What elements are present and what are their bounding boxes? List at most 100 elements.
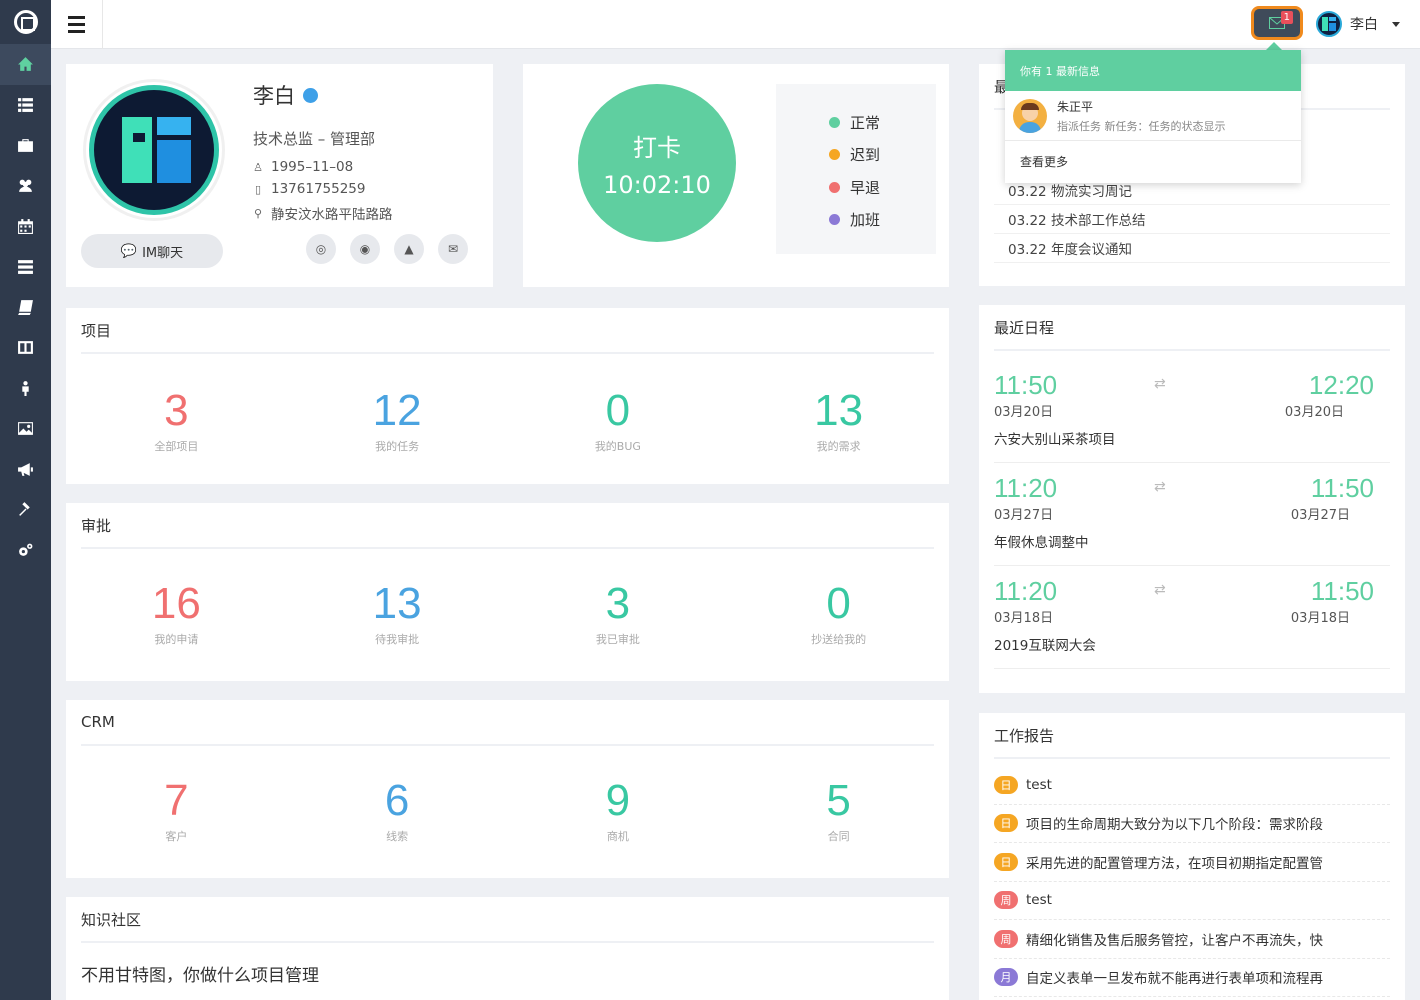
messages-button[interactable]: 1: [1251, 6, 1303, 40]
settings-icon: [19, 543, 33, 556]
legend-item: 加班: [829, 204, 936, 237]
swap-icon: ⇄: [1154, 376, 1166, 392]
email-button[interactable]: ✉: [438, 234, 468, 264]
megaphone-icon: [18, 462, 33, 476]
stat-leads[interactable]: 6 线索: [287, 776, 508, 844]
stat-my-bugs[interactable]: 0 我的BUG: [508, 386, 729, 454]
wechat-button[interactable]: ◎: [306, 234, 336, 264]
attendance-legend: 正常 迟到 早退 加班: [776, 84, 936, 254]
legend-item: 迟到: [829, 139, 936, 172]
sidebar-item-docs[interactable]: [0, 287, 51, 328]
verified-icon: [303, 87, 318, 103]
list-item[interactable]: 03.22 技术部工作总结: [994, 205, 1390, 234]
report-tag: 月: [994, 968, 1018, 987]
swap-icon: ⇄: [1154, 582, 1166, 598]
image-icon: [18, 422, 33, 436]
notification-item[interactable]: 朱正平 指派任务 新任务：任务的状态显示: [1005, 91, 1301, 141]
schedule-item[interactable]: 11:20 03月18日 ⇄ 11:50 03月18日 2019互联网大会: [994, 566, 1390, 669]
person-icon: [22, 380, 29, 396]
stat-approved[interactable]: 3 我已审批: [508, 579, 729, 647]
stat-all-projects[interactable]: 3 全部项目: [66, 386, 287, 454]
server-icon: [18, 260, 33, 275]
app-logo[interactable]: [0, 0, 51, 44]
card-title: 知识社区: [81, 897, 934, 943]
stats-row: 7 客户 6 线索 9 商机 5 合同: [66, 746, 949, 844]
sidebar-item-layout[interactable]: [0, 328, 51, 369]
report-tag: 日: [994, 775, 1018, 794]
chat-icon: 💬: [120, 243, 138, 259]
avatar: [1013, 98, 1047, 133]
sidebar-item-gallery[interactable]: [0, 409, 51, 450]
sidebar-item-server[interactable]: [0, 247, 51, 288]
profile-birthday: ♙ 1995–11–08: [253, 159, 354, 175]
stats-row: 3 全部项目 12 我的任务 0 我的BUG 13 我的需求: [66, 354, 949, 454]
card-title: 审批: [81, 503, 934, 549]
stat-cc-to-me[interactable]: 0 抄送给我的: [728, 579, 949, 647]
qq-button[interactable]: ▲: [394, 234, 424, 264]
stat-contracts[interactable]: 5 合同: [728, 776, 949, 844]
profile-name: 李白: [253, 80, 318, 110]
sidebar: [0, 0, 51, 1000]
users-icon: [19, 179, 32, 193]
notification-sender: 朱正平: [1057, 99, 1094, 114]
dropdown-header: 你有 1 最新信息: [1005, 50, 1301, 91]
clockin-button[interactable]: 打卡 10:02:10: [578, 84, 736, 242]
card-title: 项目: [81, 308, 934, 354]
sidebar-item-home[interactable]: [0, 44, 51, 85]
schedule-item[interactable]: 11:20 03月27日 ⇄ 11:50 03月27日 年假休息调整中: [994, 463, 1390, 566]
view-more-link[interactable]: 查看更多: [1005, 141, 1301, 181]
legend-item: 早退: [829, 171, 936, 204]
list-item[interactable]: 03.22 年度会议通知: [994, 234, 1390, 263]
menu-toggle-button[interactable]: [51, 0, 103, 49]
avatar: [1316, 11, 1342, 37]
report-item[interactable]: 日采用先进的配置管理方法，在项目初期指定配置管: [994, 843, 1390, 882]
report-item[interactable]: 日项目的生命周期大致分为以下几个阶段：需求阶段: [994, 805, 1390, 843]
username: 李白: [1350, 17, 1378, 33]
top-bar: 1 李白: [51, 0, 1420, 49]
schedule-item[interactable]: 11:50 03月20日 ⇄ 12:20 03月20日 六安大别山采茶项目: [994, 360, 1390, 463]
im-chat-button[interactable]: 💬 IM聊天: [81, 234, 223, 268]
list-icon: [18, 98, 33, 113]
stat-customers[interactable]: 7 客户: [66, 776, 287, 844]
qq-icon: ▲: [404, 242, 414, 256]
notification-text: 指派任务 新任务：任务的状态显示: [1057, 119, 1226, 133]
profile-address: ⚲ 静安汶水路平陆路路: [253, 206, 393, 224]
calendar-icon: [18, 218, 33, 234]
wechat-icon: ◎: [315, 242, 327, 256]
stat-my-tasks[interactable]: 12 我的任务: [287, 386, 508, 454]
projects-card: 项目 3 全部项目 12 我的任务 0 我的BUG 13 我的需求: [66, 308, 949, 484]
message-count-badge: 1: [1280, 11, 1293, 24]
weibo-button[interactable]: ◉: [350, 234, 380, 264]
stat-my-applications[interactable]: 16 我的申请: [66, 579, 287, 647]
profile-phone: ▯ 13761755259: [254, 181, 366, 197]
sidebar-item-list[interactable]: [0, 85, 51, 126]
sidebar-item-settings[interactable]: [0, 530, 51, 571]
stat-pending-approval[interactable]: 13 待我审批: [287, 579, 508, 647]
report-item[interactable]: 日 test: [994, 766, 1390, 805]
gavel-icon: [19, 502, 30, 517]
sidebar-item-tools[interactable]: [0, 490, 51, 531]
list-item[interactable]: 不用甘特图，你做什么项目管理: [81, 961, 319, 986]
report-item[interactable]: 周精细化销售及售后服务管控，让客户不再流失，快: [994, 920, 1390, 959]
stat-opportunities[interactable]: 9 商机: [508, 776, 729, 844]
reports-card: 工作报告 日 test 日项目的生命周期大致分为以下几个阶段：需求阶段 日采用先进…: [979, 713, 1405, 1000]
home-icon: [18, 56, 33, 71]
book-icon: [18, 299, 33, 315]
stat-my-requirements[interactable]: 13 我的需求: [728, 386, 949, 454]
card-title: 最近日程: [994, 305, 1390, 351]
sidebar-item-team[interactable]: [0, 166, 51, 207]
profile-avatar: [86, 82, 222, 218]
dropdown-arrow: [1266, 42, 1282, 50]
profile-role: 技术总监 – 管理部: [253, 130, 376, 148]
report-item[interactable]: 月自定义表单一旦发布就不能再进行表单项和流程再: [994, 959, 1390, 997]
report-tag: 周: [994, 929, 1018, 948]
chevron-down-icon: [1392, 21, 1400, 27]
report-item[interactable]: 周 test: [994, 882, 1390, 920]
sidebar-item-person[interactable]: [0, 368, 51, 409]
sidebar-item-projects[interactable]: [0, 125, 51, 166]
sidebar-item-notice[interactable]: [0, 449, 51, 490]
clockin-time: 10:02:10: [603, 170, 711, 199]
user-menu[interactable]: 李白: [1316, 11, 1400, 37]
clockin-card: 打卡 10:02:10 正常 迟到 早退 加班: [523, 64, 949, 287]
sidebar-item-calendar[interactable]: [0, 206, 51, 247]
